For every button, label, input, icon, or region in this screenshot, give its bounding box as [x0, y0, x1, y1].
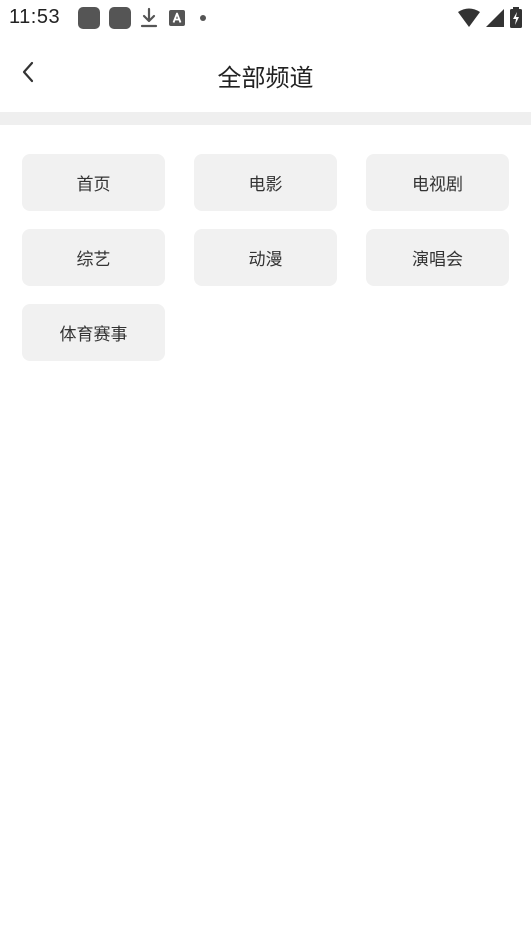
status-icons-right — [457, 7, 523, 33]
channel-variety[interactable]: 综艺 — [22, 229, 165, 286]
status-icons-left — [78, 7, 210, 29]
wifi-icon — [457, 8, 481, 32]
channel-tv-series[interactable]: 电视剧 — [366, 154, 509, 211]
battery-charging-icon — [509, 7, 523, 33]
status-bar: 11:53 — [0, 0, 531, 36]
header: 全部频道 — [0, 36, 531, 112]
status-time: 11:53 — [9, 6, 61, 28]
channel-home[interactable]: 首页 — [22, 154, 165, 211]
page-title: 全部频道 — [217, 64, 314, 92]
download-icon — [140, 7, 158, 29]
signal-icon — [485, 8, 505, 32]
channel-grid: 首页 电影 电视剧 综艺 动漫 演唱会 体育赛事 — [22, 154, 510, 361]
channel-concerts[interactable]: 演唱会 — [366, 229, 509, 286]
channel-anime[interactable]: 动漫 — [194, 229, 337, 286]
app-square-icon — [78, 7, 100, 29]
a-box-icon — [167, 8, 187, 28]
app-square-icon — [109, 7, 131, 29]
screen: 11:53 全部频道 首页 电影 电视剧 综艺 动漫 演唱会 体育赛事 — [0, 0, 531, 945]
header-divider — [0, 112, 531, 125]
channel-movies[interactable]: 电影 — [194, 154, 337, 211]
dot-icon — [196, 11, 210, 25]
channel-sports[interactable]: 体育赛事 — [22, 304, 165, 361]
